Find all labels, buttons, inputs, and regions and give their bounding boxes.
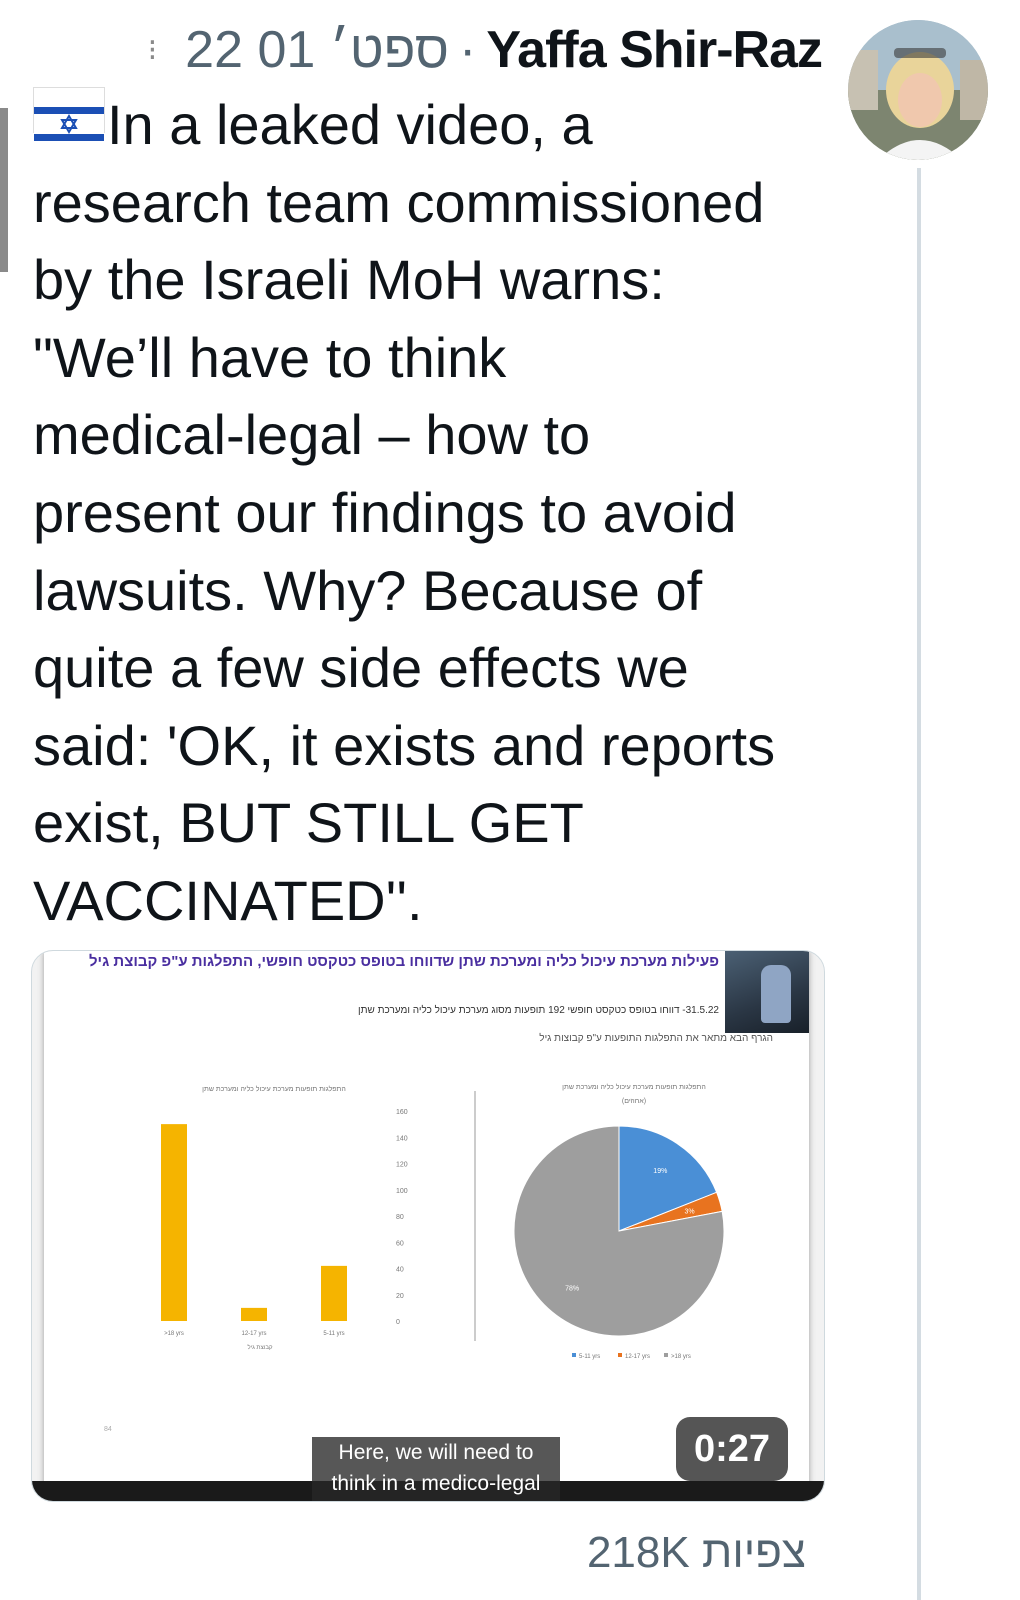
- tweet-line: lawsuits. Why? Because of: [33, 558, 703, 622]
- bar-1: [241, 1307, 267, 1321]
- bar-y-tick-label: 0: [396, 1319, 400, 1326]
- tweet-line: "We’ll have to think: [33, 325, 507, 389]
- tweet-line-text: In a leaked video, a: [107, 93, 593, 156]
- video-frame-slide: פעילות מערכת עיכול כליה ומערכת שתן שדווח…: [44, 951, 809, 1489]
- pie-legend-label: 12-17 yrs: [625, 1354, 650, 1360]
- bar-x-tick-label: >18 yrs: [164, 1331, 184, 1337]
- tweet-line: quite a few side effects we: [33, 636, 689, 700]
- bar-y-tick-label: 160: [396, 1109, 408, 1116]
- tweet-line: exist, BUT STILL GET: [33, 791, 584, 855]
- tweet-line: said: 'OK, it exists and reports: [33, 713, 776, 777]
- bar-y-tick-label: 20: [396, 1293, 404, 1300]
- caption-line-1: Here, we will need to: [338, 1441, 534, 1464]
- pie-legend-swatch: [572, 1353, 576, 1357]
- thread-line: [917, 168, 921, 1600]
- bar-2: [321, 1265, 347, 1321]
- pie-data-label: 3%: [685, 1208, 695, 1215]
- israel-flag-icon: [33, 87, 105, 146]
- pie-legend-label: 5-11 yrs: [579, 1354, 600, 1360]
- avatar-photo: [848, 20, 988, 160]
- slide-charts: התפלגות תופעות מערכת עיכול כליה ומערכת ש…: [104, 1083, 725, 1433]
- author-avatar[interactable]: [848, 20, 988, 160]
- view-count: 218K צפיות: [586, 1528, 806, 1577]
- bar-y-tick-label: 140: [396, 1135, 408, 1142]
- bar-y-tick-label: 40: [396, 1267, 404, 1274]
- tweet-line: present our findings to avoid: [33, 480, 737, 544]
- tweet-line: research team commissioned: [33, 170, 765, 234]
- bar-x-axis-label: קבוצת גיל: [247, 1343, 273, 1351]
- header-separator: ·: [459, 21, 477, 79]
- bar-x-tick-label: 12-17 yrs: [241, 1331, 266, 1337]
- tweet-line: by the Israeli MoH warns:: [33, 248, 665, 312]
- tweet-line: medical-legal – how to: [33, 403, 591, 467]
- bar-y-tick-label: 60: [396, 1240, 404, 1247]
- pie-legend-swatch: [664, 1353, 668, 1357]
- bar-x-tick-label: 5-11 yrs: [323, 1331, 344, 1337]
- video-duration-badge: 0:27: [676, 1417, 788, 1481]
- bar-y-tick-label: 80: [396, 1214, 404, 1221]
- pie-data-label: 78%: [565, 1286, 579, 1293]
- tweet-line: In a leaked video, a: [33, 86, 853, 164]
- video-caption: Here, we will need to think in a medico-…: [312, 1437, 560, 1526]
- pie-legend-label: >18 yrs: [671, 1354, 691, 1360]
- pie-chart-subtitle: (אחוזים): [622, 1098, 646, 1105]
- tweet-text: In a leaked video, a research team commi…: [33, 86, 853, 940]
- slide-page-number: 84: [104, 1426, 112, 1433]
- bar-chart-title: התפלגות תופעות מערכת עיכול כליה ומערכת ש…: [202, 1085, 346, 1093]
- caption-line-2: think in a medico-legal way: [331, 1472, 541, 1526]
- left-edge-bar: [0, 108, 8, 272]
- pie-legend-swatch: [618, 1353, 622, 1357]
- pie-chart-title: התפלגות תופעות מערכת עיכול כליה ומערכת ש…: [562, 1083, 706, 1091]
- more-options-icon[interactable]: ⁝: [148, 33, 157, 68]
- tweet-timestamp[interactable]: 22 ספט׳ 01: [185, 20, 449, 80]
- tweet-line: VACCINATED''.: [33, 868, 423, 932]
- pie-data-label: 19%: [653, 1168, 667, 1175]
- bar-0: [161, 1124, 187, 1321]
- bar-y-tick-label: 100: [396, 1188, 408, 1195]
- tweet-header: ⁝ 22 ספט׳ 01 · Yaffa Shir-Raz: [148, 14, 823, 86]
- bar-y-tick-label: 120: [396, 1162, 408, 1169]
- author-name[interactable]: Yaffa Shir-Raz: [486, 20, 823, 80]
